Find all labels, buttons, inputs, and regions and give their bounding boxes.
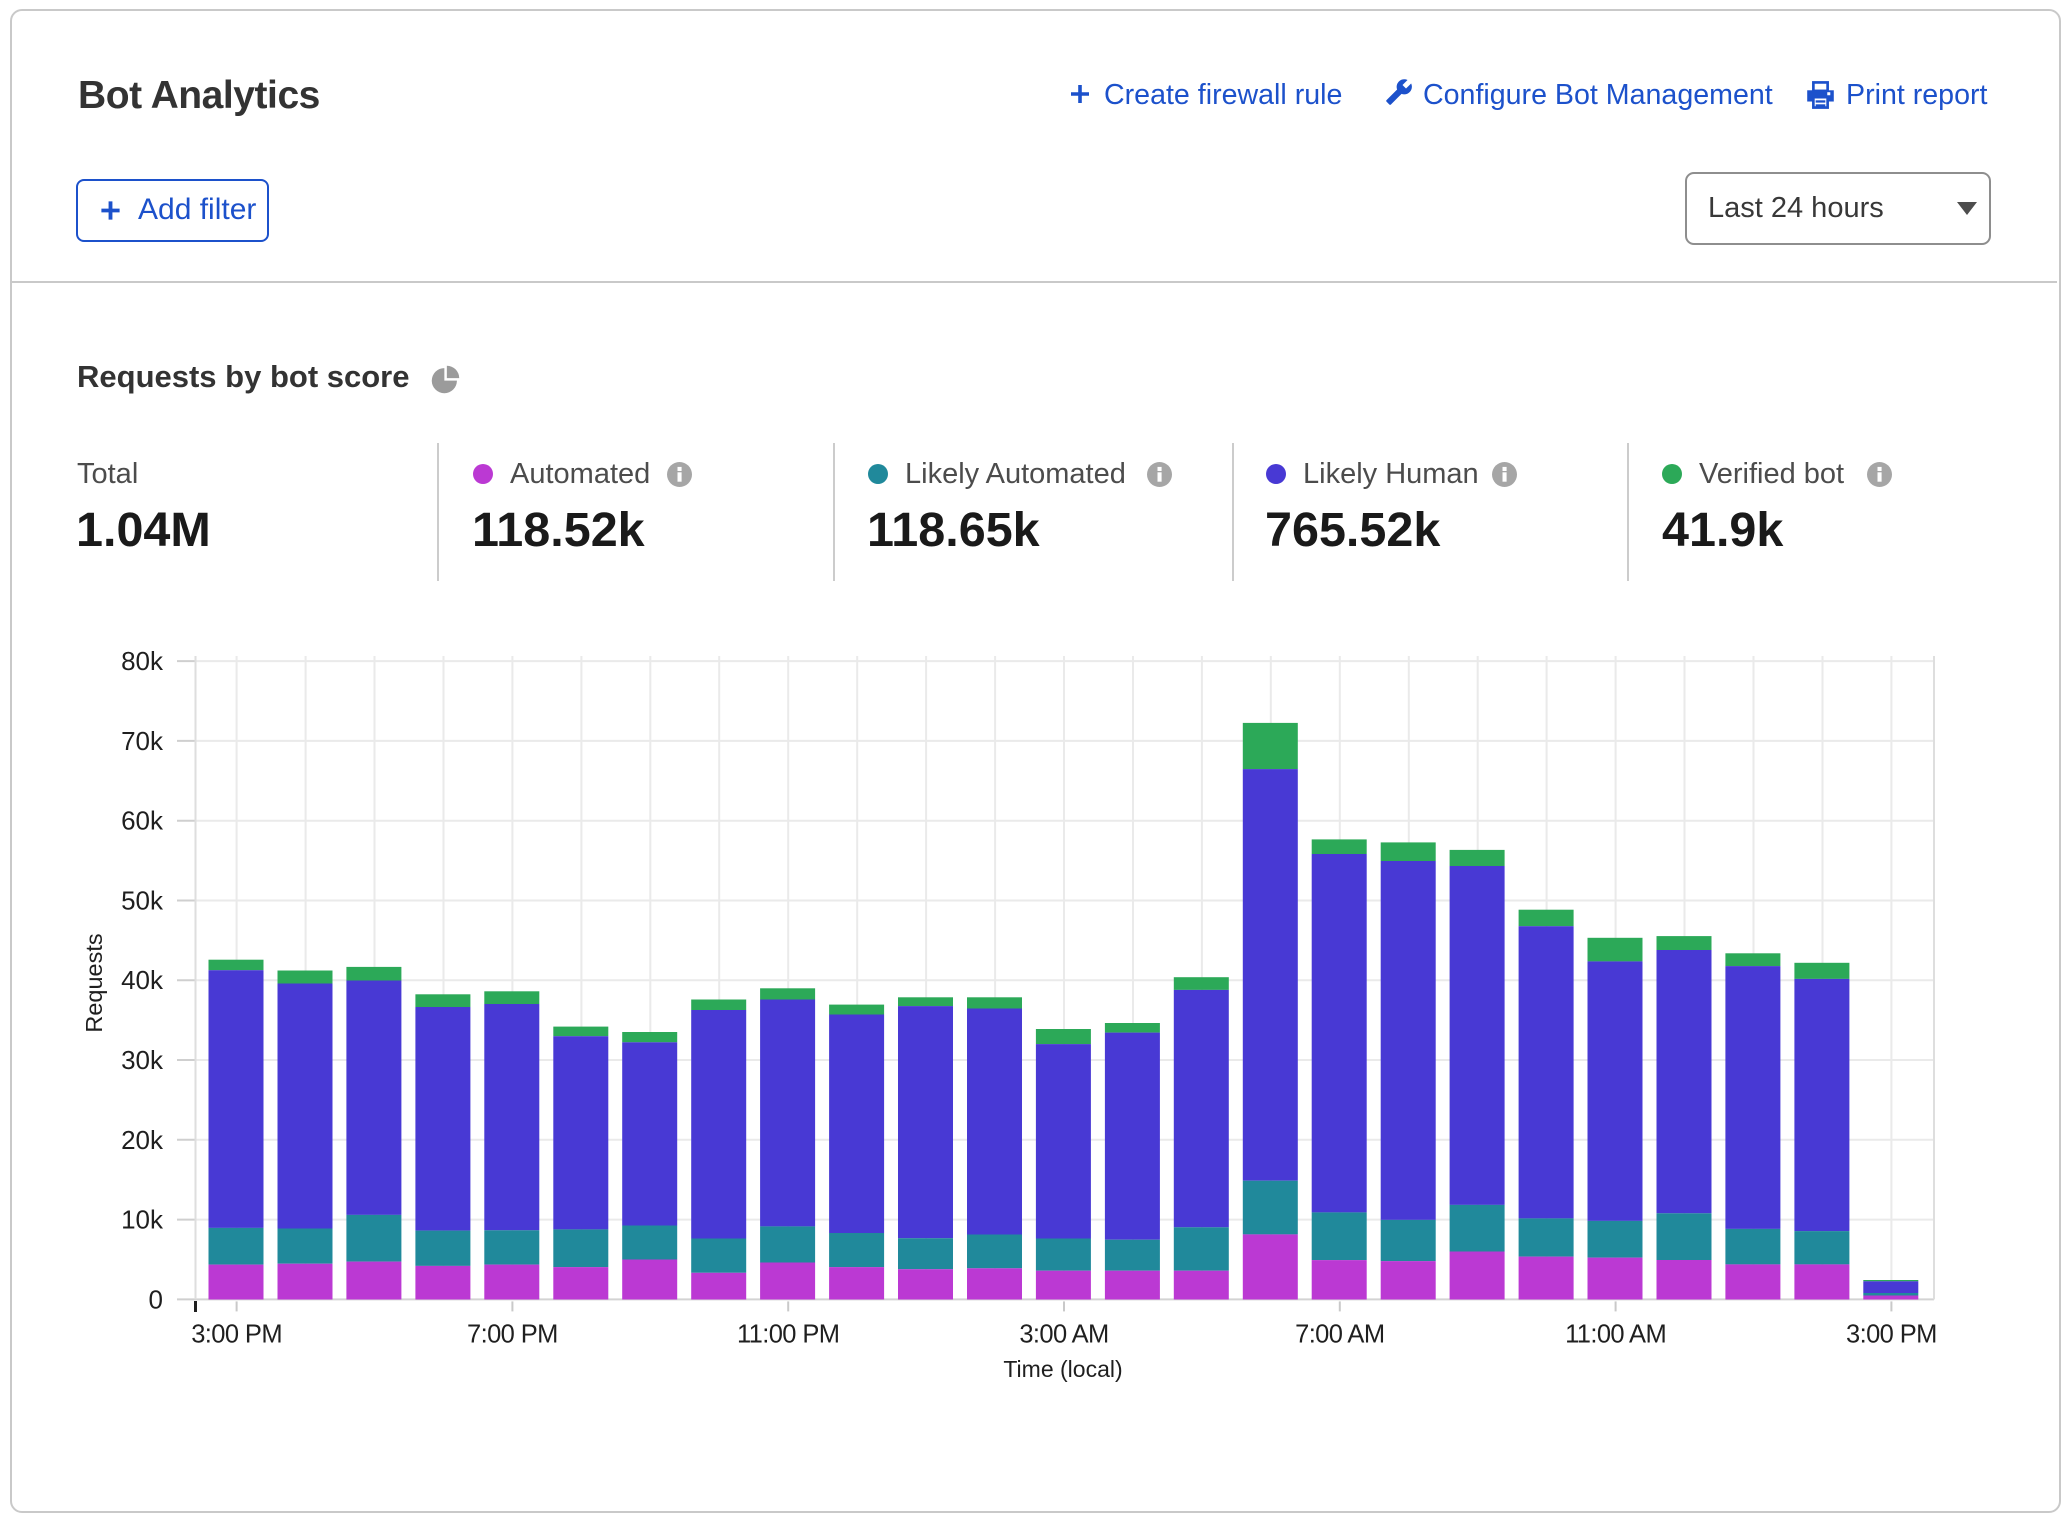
svg-text:30k: 30k <box>121 1045 164 1075</box>
svg-text:40k: 40k <box>121 965 164 995</box>
svg-text:3:00 PM: 3:00 PM <box>191 1321 282 1349</box>
svg-text:10k: 10k <box>121 1205 164 1235</box>
svg-text:11:00 PM: 11:00 PM <box>737 1321 839 1349</box>
svg-text:11:00 AM: 11:00 AM <box>1565 1321 1666 1349</box>
svg-text:80k: 80k <box>121 646 164 676</box>
svg-text:3:00 AM: 3:00 AM <box>1019 1321 1108 1349</box>
svg-text:50k: 50k <box>121 886 164 916</box>
svg-text:20k: 20k <box>121 1125 164 1155</box>
svg-text:7:00 AM: 7:00 AM <box>1295 1321 1384 1349</box>
svg-text:Requests: Requests <box>81 933 107 1032</box>
svg-text:7:00 PM: 7:00 PM <box>467 1321 558 1349</box>
svg-text:60k: 60k <box>121 806 164 836</box>
svg-text:0: 0 <box>149 1284 163 1314</box>
svg-text:3:00 PM: 3:00 PM <box>1846 1321 1937 1349</box>
svg-text:70k: 70k <box>121 726 164 756</box>
svg-text:Time (local): Time (local) <box>1003 1356 1122 1382</box>
